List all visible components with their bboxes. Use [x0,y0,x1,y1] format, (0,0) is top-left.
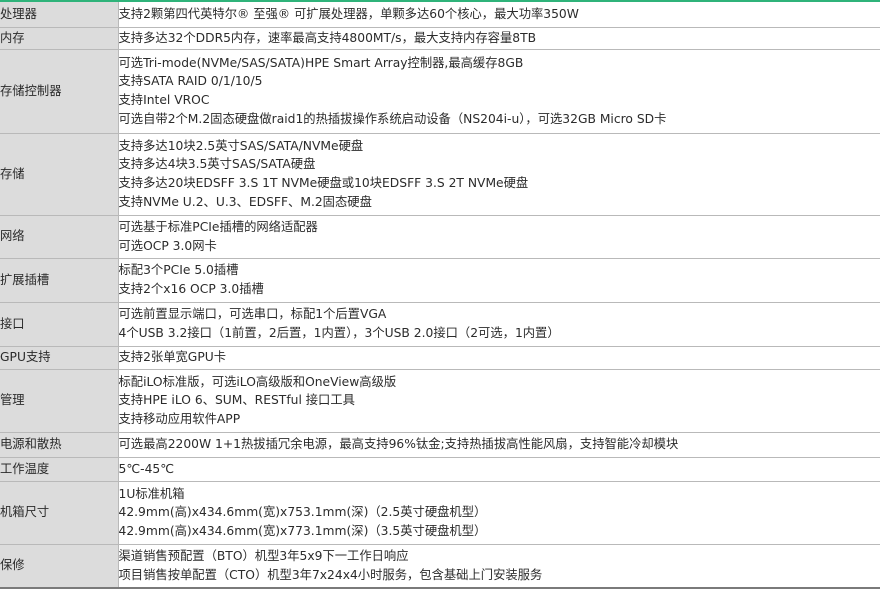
spec-line: 可选自带2个M.2固态硬盘做raid1的热插拔操作系统启动设备（NS204i-u… [118,111,667,126]
spec-label: 保修 [0,544,118,589]
spec-label: GPU支持 [0,346,118,370]
spec-value: 支持2张单宽GPU卡 [117,346,880,370]
spec-row-power-cooling: 电源和散热 可选最高2200W 1+1热拔插冗余电源，最高支持96%钛金;支持热… [0,432,880,458]
spec-line: 支持多达32个DDR5内存，速率最高支持4800MT/s，最大支持内存容量8TB [118,30,537,45]
spec-line: 可选最高2200W 1+1热拔插冗余电源，最高支持96%钛金;支持热插拔高性能风… [118,437,679,452]
spec-line: 可选Tri-mode(NVMe/SAS/SATA)HPE Smart Array… [118,55,524,70]
spec-line: 5℃-45℃ [118,461,175,476]
spec-table-body: 处理器 支持2颗第四代英特尔® 至强® 可扩展处理器，单颗多达60个核心，最大功… [0,2,880,589]
spec-label: 接口 [0,302,118,347]
spec-label: 存储控制器 [0,49,118,134]
spec-row-expansion-slots: 扩展插槽 标配3个PCIe 5.0插槽 支持2个x16 OCP 3.0插槽 [0,258,880,303]
spec-line: 42.9mm(高)x434.6mm(宽)x773.1mm(深)（3.5英寸硬盘机… [118,523,487,538]
spec-table: 处理器 支持2颗第四代英特尔® 至强® 可扩展处理器，单颗多达60个核心，最大功… [0,2,880,589]
spec-line: 标配iLO标准版，可选iLO高级版和OneView高级版 [118,374,397,389]
spec-value: 可选基于标准PCIe插槽的网络适配器 可选OCP 3.0网卡 [117,215,880,259]
spec-row-memory: 内存 支持多达32个DDR5内存，速率最高支持4800MT/s，最大支持内存容量… [0,27,880,50]
spec-line: 支持2张单宽GPU卡 [118,350,227,365]
spec-label: 存储 [0,133,118,216]
spec-line: 项目销售按单配置（CTO）机型3年7x24x4小时服务，包含基础上门安装服务 [118,567,543,582]
spec-value: 标配iLO标准版，可选iLO高级版和OneView高级版 支持HPE iLO 6… [117,369,880,433]
spec-line: 可选基于标准PCIe插槽的网络适配器 [118,219,318,234]
spec-line: 1U标准机箱 [118,486,185,501]
spec-row-storage: 存储 支持多达10块2.5英寸SAS/SATA/NVMe硬盘 支持多达4块3.5… [0,133,880,216]
spec-label: 处理器 [0,2,118,28]
spec-label: 网络 [0,215,118,259]
spec-value: 可选Tri-mode(NVMe/SAS/SATA)HPE Smart Array… [117,49,880,134]
spec-label: 管理 [0,369,118,433]
spec-row-gpu: GPU支持 支持2张单宽GPU卡 [0,346,880,370]
spec-line: 可选OCP 3.0网卡 [118,238,217,253]
spec-value: 标配3个PCIe 5.0插槽 支持2个x16 OCP 3.0插槽 [117,258,880,303]
spec-value: 支持多达32个DDR5内存，速率最高支持4800MT/s，最大支持内存容量8TB [117,27,880,50]
spec-row-warranty: 保修 渠道销售预配置（BTO）机型3年5x9下一工作日响应 项目销售按单配置（C… [0,544,880,589]
spec-label: 内存 [0,27,118,50]
spec-line: 支持2颗第四代英特尔® 至强® 可扩展处理器，单颗多达60个核心，最大功率350… [118,6,579,21]
spec-line: 42.9mm(高)x434.6mm(宽)x753.1mm(深)（2.5英寸硬盘机… [118,505,487,520]
spec-label: 工作温度 [0,457,118,482]
spec-line: 4个USB 3.2接口（1前置，2后置，1内置），3个USB 2.0接口（2可选… [118,326,560,340]
spec-line: 渠道销售预配置（BTO）机型3年5x9下一工作日响应 [118,549,409,564]
spec-row-chassis-dimensions: 机箱尺寸 1U标准机箱 42.9mm(高)x434.6mm(宽)x753.1mm… [0,481,880,545]
spec-value: 渠道销售预配置（BTO）机型3年5x9下一工作日响应 项目销售按单配置（CTO）… [117,544,880,589]
spec-value: 可选最高2200W 1+1热拔插冗余电源，最高支持96%钛金;支持热插拔高性能风… [117,432,880,458]
spec-row-operating-temp: 工作温度 5℃-45℃ [0,457,880,482]
spec-value: 支持多达10块2.5英寸SAS/SATA/NVMe硬盘 支持多达4块3.5英寸S… [117,133,880,216]
spec-row-cpu: 处理器 支持2颗第四代英特尔® 至强® 可扩展处理器，单颗多达60个核心，最大功… [0,2,880,28]
spec-line: 支持HPE iLO 6、SUM、RESTful 接口工具 [118,393,355,408]
spec-row-storage-controller: 存储控制器 可选Tri-mode(NVMe/SAS/SATA)HPE Smart… [0,49,880,134]
spec-line: 支持移动应用软件APP [118,411,241,426]
spec-label: 电源和散热 [0,432,118,458]
spec-value: 可选前置显示端口，可选串口，标配1个后置VGA 4个USB 3.2接口（1前置，… [117,302,880,347]
spec-value: 支持2颗第四代英特尔® 至强® 可扩展处理器，单颗多达60个核心，最大功率350… [117,2,880,28]
spec-row-network: 网络 可选基于标准PCIe插槽的网络适配器 可选OCP 3.0网卡 [0,215,880,259]
spec-row-management: 管理 标配iLO标准版，可选iLO高级版和OneView高级版 支持HPE iL… [0,369,880,433]
spec-line: 支持多达20块EDSFF 3.S 1T NVMe硬盘或10块EDSFF 3.S … [118,176,529,190]
spec-line: 支持Intel VROC [118,93,210,107]
spec-line: 标配3个PCIe 5.0插槽 [118,263,239,278]
spec-line: 支持2个x16 OCP 3.0插槽 [118,282,264,296]
spec-label: 扩展插槽 [0,258,118,303]
spec-row-ports: 接口 可选前置显示端口，可选串口，标配1个后置VGA 4个USB 3.2接口（1… [0,302,880,347]
spec-label: 机箱尺寸 [0,481,118,545]
spec-line: 支持SATA RAID 0/1/10/5 [118,74,263,89]
spec-value: 5℃-45℃ [117,457,880,482]
spec-line: 可选前置显示端口，可选串口，标配1个后置VGA [118,307,387,322]
spec-line: 支持NVMe U.2、U.3、EDSFF、M.2固态硬盘 [118,194,372,209]
spec-line: 支持多达10块2.5英寸SAS/SATA/NVMe硬盘 [118,138,364,153]
spec-value: 1U标准机箱 42.9mm(高)x434.6mm(宽)x753.1mm(深)（2… [117,481,880,545]
spec-line: 支持多达4块3.5英寸SAS/SATA硬盘 [118,157,316,172]
